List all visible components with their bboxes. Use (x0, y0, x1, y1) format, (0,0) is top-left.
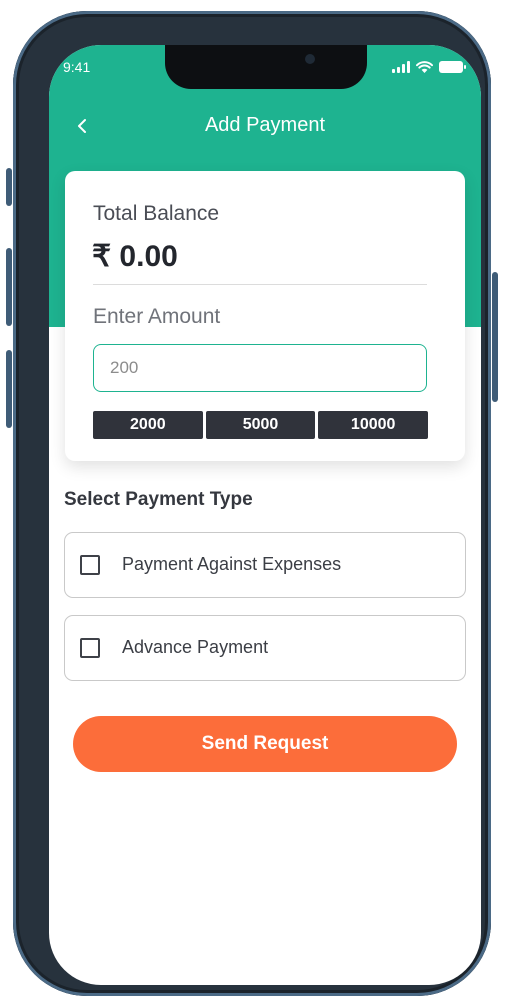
option-advance-payment[interactable]: Advance Payment (64, 615, 466, 681)
option-payment-against-expenses[interactable]: Payment Against Expenses (64, 532, 466, 598)
checkbox[interactable] (80, 555, 100, 575)
option-label: Payment Against Expenses (122, 554, 342, 574)
amount-label: Enter Amount (93, 305, 221, 328)
nav-bar: Add Payment (49, 107, 481, 147)
payment-type-title: Select Payment Type (64, 489, 253, 510)
balance-label: Total Balance (93, 202, 220, 225)
balance-card: Total Balance ₹ 0.00 Enter Amount 2000 5… (65, 171, 465, 461)
volume-down-button (6, 350, 12, 428)
send-request-button[interactable]: Send Request (73, 716, 457, 772)
card-divider (93, 284, 427, 285)
page-title: Add Payment (204, 114, 326, 136)
phone-frame: 9:41 Add Payment Total Balance ₹ 0.00 En… (13, 11, 491, 996)
camera-icon (305, 54, 315, 64)
battery-icon (439, 61, 466, 73)
camera-notch (165, 45, 367, 89)
mute-switch (6, 168, 12, 206)
volume-up-button (6, 248, 12, 326)
quick-amount-5000[interactable]: 5000 (205, 411, 316, 439)
option-label: Advance Payment (122, 637, 269, 657)
signal-icon (392, 61, 410, 73)
status-icons (392, 61, 466, 73)
quick-amounts: 2000 5000 10000 (93, 411, 429, 439)
amount-input[interactable] (93, 344, 427, 392)
phone-screen: 9:41 Add Payment Total Balance ₹ 0.00 En… (49, 45, 481, 985)
power-button (492, 272, 498, 402)
wifi-icon (416, 61, 433, 73)
balance-value: ₹ 0.00 (92, 240, 178, 273)
status-time: 9:41 (63, 59, 91, 75)
quick-amount-10000[interactable]: 10000 (318, 411, 429, 439)
checkbox[interactable] (80, 638, 100, 658)
quick-amount-2000[interactable]: 2000 (93, 411, 203, 439)
